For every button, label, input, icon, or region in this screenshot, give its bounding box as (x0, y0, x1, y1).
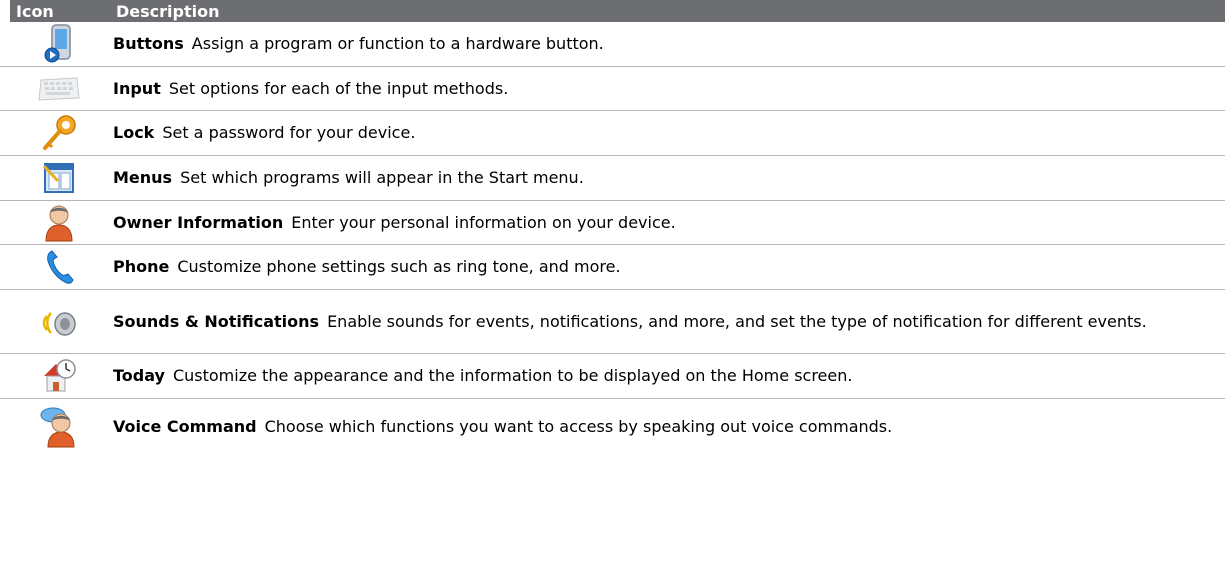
table-row: Voice Command Choose which functions you … (0, 399, 1225, 455)
phone-handset-icon (0, 249, 113, 285)
settings-table: Icon Description Buttons Assign a program… (0, 0, 1225, 455)
table-row: Menus Set which programs will appear in t… (0, 156, 1225, 201)
row-description: Today Customize the appearance and the in… (113, 365, 1225, 387)
header-description-column: Description (116, 1, 220, 21)
menu-window-icon (0, 161, 113, 195)
row-title: Input (113, 78, 161, 98)
table-row: Lock Set a password for your device. (0, 111, 1225, 156)
person-icon (0, 204, 113, 242)
row-description: Menus Set which programs will appear in t… (113, 167, 1225, 189)
phone-buttons-icon (0, 24, 113, 64)
row-text: Customize phone settings such as ring to… (177, 257, 621, 276)
table-row: Phone Customize phone settings such as ri… (0, 245, 1225, 290)
row-title: Voice Command (113, 417, 257, 436)
row-title: Buttons (113, 34, 184, 53)
row-text: Set a password for your device. (162, 123, 416, 142)
table-row: Input Set options for each of the input m… (0, 67, 1225, 111)
row-description: Input Set options for each of the input m… (113, 78, 1225, 100)
keyboard-icon (0, 76, 113, 102)
row-title: Menus (113, 168, 173, 187)
row-description: Buttons Assign a program or function to a… (113, 33, 1225, 55)
row-text: Set options for each of the input method… (168, 78, 509, 98)
table-row: Today Customize the appearance and the in… (0, 354, 1225, 399)
row-title: Owner Information (113, 212, 284, 232)
row-text: Assign a program or function to a hardwa… (191, 34, 604, 53)
table-row: Buttons Assign a program or function to a… (0, 22, 1225, 67)
row-text: Choose which functions you want to acces… (264, 417, 893, 436)
row-text: Enable sounds for events, notifications,… (327, 311, 1147, 331)
key-icon (0, 114, 113, 152)
row-description: Sounds & Notifications Enable sounds for … (113, 311, 1225, 333)
row-title: Phone (113, 257, 170, 276)
row-title: Today (113, 366, 165, 385)
row-title: Lock (113, 123, 155, 142)
speaker-icon (0, 306, 113, 338)
row-title: Sounds & Notifications (113, 311, 320, 331)
row-description: Voice Command Choose which functions you … (113, 416, 1225, 438)
row-text: Customize the appearance and the informa… (172, 366, 853, 385)
row-text: Set which programs will appear in the St… (180, 168, 584, 187)
header-icon-column: Icon (16, 1, 54, 21)
table-row: Owner Information Enter your personal inf… (0, 201, 1225, 245)
table-header: Icon Description (10, 0, 1225, 22)
home-clock-icon (0, 358, 113, 394)
voice-person-icon (0, 406, 113, 448)
row-text: Enter your personal information on your … (291, 212, 676, 232)
row-description: Phone Customize phone settings such as ri… (113, 256, 1225, 278)
table-row: Sounds & Notifications Enable sounds for … (0, 290, 1225, 354)
row-description: Lock Set a password for your device. (113, 122, 1225, 144)
row-description: Owner Information Enter your personal inf… (113, 212, 1225, 234)
